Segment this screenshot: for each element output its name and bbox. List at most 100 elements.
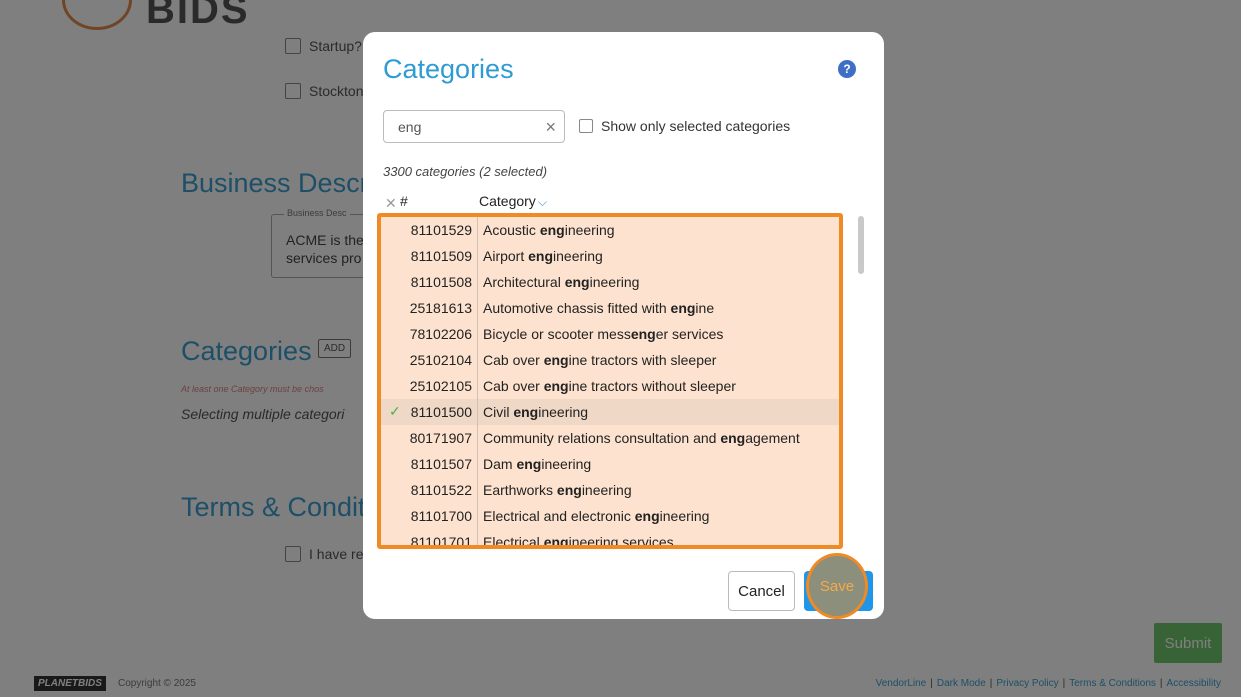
category-name: Earthworks engineering — [483, 482, 632, 498]
category-name-post: ine — [695, 300, 715, 316]
column-divider — [477, 269, 478, 295]
category-row[interactable]: 81101701 Electrical engineering services — [381, 529, 839, 549]
category-name-match: eng — [543, 352, 569, 368]
category-name-match: eng — [720, 430, 746, 446]
category-name-pre: Automotive chassis fitted with — [483, 300, 671, 316]
category-name: Dam engineering — [483, 456, 591, 472]
category-name: Bicycle or scooter messenger services — [483, 326, 723, 342]
category-name-match: eng — [543, 378, 569, 394]
category-code: 80171907 — [409, 430, 472, 446]
category-name: Airport engineering — [483, 248, 603, 264]
category-row[interactable]: 25102104 Cab over engine tractors with sl… — [381, 347, 839, 373]
show-only-selected-label: Show only selected categories — [601, 118, 791, 134]
category-row[interactable]: 81101522 Earthworks engineering — [381, 477, 839, 503]
category-row[interactable]: 25102105 Cab over engine tractors without… — [381, 373, 839, 399]
category-name-post: ineering — [581, 482, 632, 498]
category-name-match: eng — [516, 456, 542, 472]
clear-selection-icon[interactable]: ✕ — [385, 195, 397, 212]
category-name-post: er services — [655, 326, 724, 342]
help-icon[interactable]: ? — [838, 60, 856, 78]
category-name-match: eng — [564, 274, 590, 290]
category-row[interactable]: 78102206 Bicycle or scooter messenger ser… — [381, 321, 839, 347]
category-name-match: eng — [634, 508, 660, 524]
category-code: 25181613 — [409, 300, 472, 316]
column-divider — [477, 243, 478, 269]
category-row[interactable]: 81101509 Airport engineering — [381, 243, 839, 269]
category-name: Acoustic engineering — [483, 222, 615, 238]
category-name-pre: Cab over — [483, 378, 544, 394]
column-header-category[interactable]: Category ⌵ — [479, 193, 547, 210]
category-name-post: ine tractors without sleeper — [568, 378, 736, 394]
category-name-post: ineering — [538, 404, 589, 420]
category-count: 3300 categories (2 selected) — [383, 164, 548, 179]
category-name-pre: Acoustic — [483, 222, 540, 238]
category-name-match: eng — [528, 248, 554, 264]
column-header-number: # — [400, 193, 408, 209]
category-name-pre: Electrical and electronic — [483, 508, 635, 524]
category-name-pre: Community relations consultation and — [483, 430, 721, 446]
category-name-post: ineering services — [568, 534, 674, 549]
category-code: 81101507 — [410, 456, 472, 472]
category-name-pre: Architectural — [483, 274, 565, 290]
categories-modal: Categories ? × Show only selected catego… — [363, 32, 884, 619]
category-name-post: ineering — [553, 248, 603, 264]
category-name-match: eng — [670, 300, 696, 316]
category-name-match: eng — [539, 222, 565, 238]
category-name-post: ineering — [541, 456, 592, 472]
search-input[interactable] — [384, 111, 534, 142]
list-scrollbar[interactable] — [858, 216, 864, 274]
category-row[interactable]: 80171907 Community relations consultation… — [381, 425, 839, 451]
chevron-down-icon[interactable]: ⌵ — [538, 195, 547, 209]
category-code: 81101700 — [410, 508, 472, 524]
category-list: 81101529 Acoustic engineering 81101509 Airp… — [377, 213, 843, 549]
category-row[interactable]: 81101700 Electrical and electronic engine… — [381, 503, 839, 529]
category-name-pre: Electrical — [483, 534, 544, 549]
category-search[interactable]: × — [383, 110, 565, 143]
category-name-pre: Earthworks — [483, 482, 557, 498]
category-name: Cab over engine tractors with sleeper — [483, 352, 716, 368]
category-code: 78102206 — [409, 326, 472, 342]
category-code: 81101522 — [410, 482, 472, 498]
category-name-post: ineering — [589, 274, 640, 290]
category-name-pre: Bicycle or scooter mess — [483, 326, 631, 342]
save-button[interactable]: Save — [806, 553, 868, 619]
clear-search-icon[interactable]: × — [545, 117, 556, 138]
category-name-match: eng — [543, 534, 569, 549]
category-row[interactable]: 81101508 Architectural engineering — [381, 269, 839, 295]
column-divider — [477, 321, 478, 347]
show-only-selected-checkbox[interactable]: Show only selected categories — [579, 118, 790, 134]
column-divider — [477, 347, 478, 373]
category-row[interactable]: 25181613 Automotive chassis fitted with e… — [381, 295, 839, 321]
column-header-label: Category — [479, 193, 536, 209]
checkbox-box[interactable] — [579, 119, 593, 133]
column-divider — [477, 451, 478, 477]
category-code: 81101500 — [410, 404, 472, 420]
category-name-post: agement — [745, 430, 800, 446]
category-name: Electrical engineering services — [483, 534, 674, 549]
category-name: Civil engineering — [483, 404, 588, 420]
column-divider — [477, 295, 478, 321]
category-name-pre: Airport — [483, 248, 529, 264]
category-name-match: eng — [513, 404, 539, 420]
cancel-button[interactable]: Cancel — [728, 571, 795, 611]
category-name-pre: Dam — [483, 456, 517, 472]
category-row[interactable]: ✓ 81101500 Civil engineering — [381, 399, 839, 425]
modal-title: Categories — [383, 54, 514, 84]
column-divider — [477, 399, 478, 425]
category-row[interactable]: 81101507 Dam engineering — [381, 451, 839, 477]
category-name-pre: Civil — [483, 404, 514, 420]
category-name: Cab over engine tractors without sleeper — [483, 378, 736, 394]
category-name: Automotive chassis fitted with engine — [483, 300, 714, 316]
category-row[interactable]: 81101529 Acoustic engineering — [381, 217, 839, 243]
category-name: Electrical and electronic engineering — [483, 508, 709, 524]
category-code: 81101701 — [410, 534, 472, 549]
category-name: Community relations consultation and eng… — [483, 430, 800, 446]
category-name-post: ineering — [659, 508, 710, 524]
category-name-post: ine tractors with sleeper — [568, 352, 717, 368]
column-divider — [477, 373, 478, 399]
column-divider — [477, 217, 478, 243]
category-code: 81101508 — [410, 274, 472, 290]
category-name: Architectural engineering — [483, 274, 639, 290]
column-divider — [477, 529, 478, 545]
category-code: 25102104 — [409, 352, 472, 368]
